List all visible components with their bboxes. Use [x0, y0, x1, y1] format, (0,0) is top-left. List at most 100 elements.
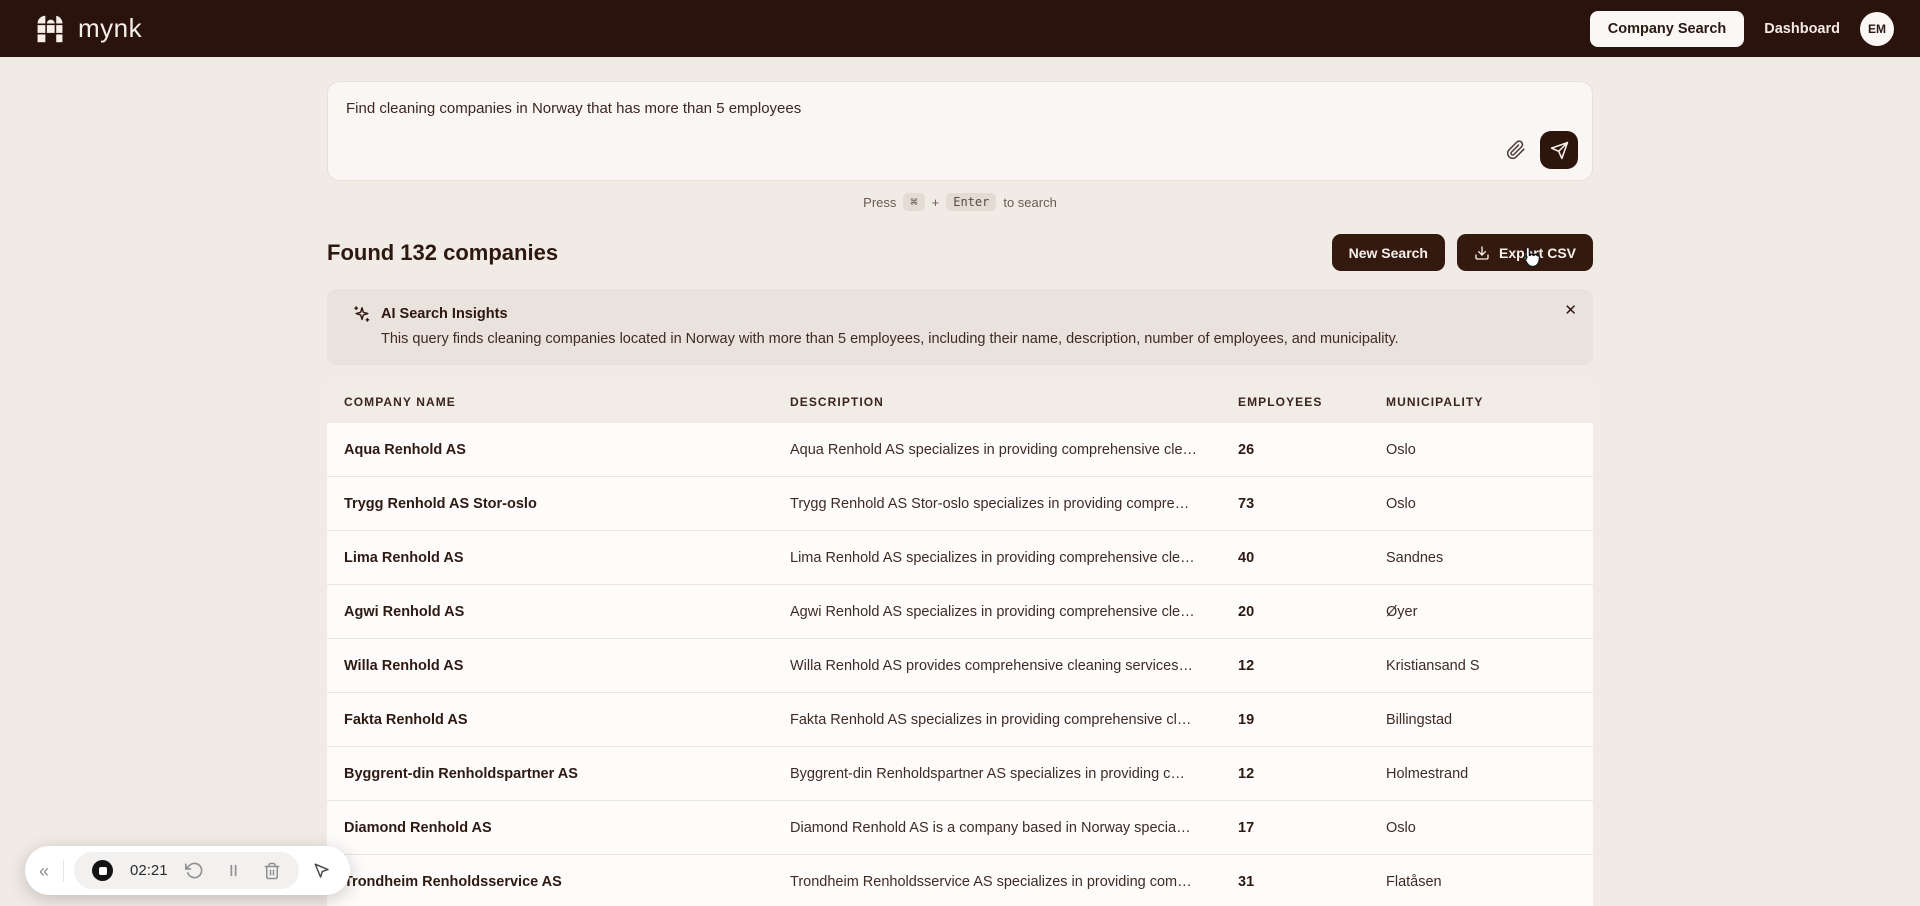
x-icon: ✕	[1564, 302, 1577, 319]
nav-links: Company Search Dashboard EM	[1589, 10, 1894, 47]
hint-suffix: to search	[1003, 194, 1057, 210]
cell-municipality: Flatåsen	[1386, 873, 1442, 890]
results-count: Found 132 companies	[327, 239, 559, 265]
collapse-toolbar-button[interactable]: «	[35, 858, 53, 884]
search-hint: Press ⌘ + Enter to search	[327, 193, 1593, 211]
results-actions: New Search Export CSV	[1331, 234, 1593, 271]
paperclip-icon	[1506, 140, 1526, 160]
column-header-description: DESCRIPTION	[790, 395, 884, 409]
recording-time: 02:21	[130, 862, 168, 879]
cell-employees: 73	[1238, 495, 1255, 512]
table-row[interactable]: Byggrent-din Renholdspartner AS Byggrent…	[327, 746, 1593, 800]
table-row[interactable]: Trondheim Renholdsservice AS Trondheim R…	[327, 854, 1593, 906]
table-row[interactable]: Diamond Renhold AS Diamond Renhold AS is…	[327, 800, 1593, 854]
insights-header: AI Search Insights	[352, 304, 1575, 324]
search-card: Find cleaning companies in Norway that h…	[327, 81, 1593, 181]
table-row[interactable]: Agwi Renhold AS Agwi Renhold AS speciali…	[327, 584, 1593, 638]
cell-company-name: Diamond Renhold AS	[344, 819, 492, 836]
cell-description: Trondheim Renholdsservice AS specializes…	[790, 873, 1192, 890]
logo-icon	[36, 15, 64, 43]
cell-company-name: Fakta Renhold AS	[344, 711, 468, 728]
column-header-employees: EMPLOYEES	[1238, 395, 1323, 409]
search-query-input[interactable]: Find cleaning companies in Norway that h…	[346, 99, 1574, 119]
cell-employees: 20	[1238, 603, 1255, 620]
table-row[interactable]: Lima Renhold AS Lima Renhold AS speciali…	[327, 530, 1593, 584]
recorder-controls: 02:21	[74, 852, 299, 889]
send-icon	[1550, 141, 1569, 160]
sparkles-icon	[352, 304, 372, 324]
trash-icon	[263, 862, 281, 880]
cell-company-name: Lima Renhold AS	[344, 549, 464, 566]
nav-dashboard[interactable]: Dashboard	[1764, 21, 1840, 37]
cell-municipality: Oslo	[1386, 495, 1416, 512]
cell-employees: 12	[1238, 657, 1255, 674]
insights-body: This query finds cleaning companies loca…	[381, 331, 1399, 347]
cell-description: Trygg Renhold AS Stor-oslo specializes i…	[790, 495, 1190, 512]
hint-plus: +	[931, 194, 940, 210]
close-insights-button[interactable]: ✕	[1564, 301, 1577, 319]
cell-company-name: Agwi Renhold AS	[344, 603, 465, 620]
nav-company-search[interactable]: Company Search	[1589, 10, 1745, 47]
recorder-toolbar: « 02:21	[25, 846, 350, 895]
cell-employees: 31	[1238, 873, 1255, 890]
send-button[interactable]	[1540, 131, 1578, 169]
cell-description: Fakta Renhold AS specializes in providin…	[790, 711, 1192, 728]
cell-employees: 26	[1238, 441, 1255, 458]
hint-press: Press	[863, 194, 897, 210]
cell-employees: 12	[1238, 765, 1255, 782]
table-row[interactable]: Aqua Renhold AS Aqua Renhold AS speciali…	[327, 423, 1593, 476]
new-search-button[interactable]: New Search	[1331, 234, 1445, 271]
pointer-mode-button[interactable]	[309, 858, 335, 884]
results-table: COMPANY NAME DESCRIPTION EMPLOYEES MUNIC…	[327, 381, 1593, 906]
attach-button[interactable]	[1506, 140, 1526, 160]
cell-description: Diamond Renhold AS is a company based in…	[790, 819, 1191, 836]
cell-municipality: Oslo	[1386, 441, 1416, 458]
cell-company-name: Trondheim Renholdsservice AS	[344, 873, 562, 890]
cell-employees: 40	[1238, 549, 1255, 566]
logo-text: mynk	[78, 13, 143, 43]
table-body: Aqua Renhold AS Aqua Renhold AS speciali…	[327, 423, 1593, 906]
pause-recording-button[interactable]	[221, 858, 246, 883]
cell-employees: 19	[1238, 711, 1255, 728]
export-csv-button[interactable]: Export CSV	[1456, 234, 1593, 271]
cmd-key: ⌘	[903, 193, 925, 211]
cell-description: Byggrent-din Renholdspartner AS speciali…	[790, 765, 1185, 782]
restart-icon	[184, 861, 204, 880]
cell-company-name: Aqua Renhold AS	[344, 441, 466, 458]
insights-title: AI Search Insights	[381, 306, 508, 322]
cell-municipality: Kristiansand S	[1386, 657, 1480, 674]
cell-company-name: Trygg Renhold AS Stor-oslo	[344, 495, 537, 512]
cell-municipality: Holmestrand	[1386, 765, 1469, 782]
toolbar-divider	[63, 859, 65, 882]
enter-key: Enter	[946, 193, 997, 211]
logo[interactable]: mynk	[36, 13, 142, 44]
cell-municipality: Oslo	[1386, 819, 1416, 836]
avatar[interactable]: EM	[1860, 11, 1894, 46]
ai-insights-panel: AI Search Insights This query finds clea…	[327, 289, 1593, 365]
search-actions	[1506, 131, 1578, 169]
mouse-pointer-icon	[313, 862, 331, 880]
cell-description: Lima Renhold AS specializes in providing…	[790, 549, 1195, 566]
chevrons-left-icon: «	[39, 860, 50, 881]
cell-municipality: Øyer	[1386, 603, 1418, 620]
download-icon	[1474, 245, 1490, 261]
cell-description: Agwi Renhold AS specializes in providing…	[790, 603, 1195, 620]
cell-municipality: Sandnes	[1386, 549, 1444, 566]
stop-record-icon	[92, 860, 114, 881]
table-row[interactable]: Trygg Renhold AS Stor-oslo Trygg Renhold…	[327, 476, 1593, 530]
column-header-municipality: MUNICIPALITY	[1386, 395, 1484, 409]
cell-description: Willa Renhold AS provides comprehensive …	[790, 657, 1193, 674]
cell-description: Aqua Renhold AS specializes in providing…	[790, 441, 1198, 458]
cell-company-name: Byggrent-din Renholdspartner AS	[344, 765, 578, 782]
table-header-row: COMPANY NAME DESCRIPTION EMPLOYEES MUNIC…	[327, 381, 1593, 423]
cell-municipality: Billingstad	[1386, 711, 1453, 728]
restart-recording-button[interactable]	[181, 857, 208, 884]
pause-icon	[225, 862, 242, 879]
delete-recording-button[interactable]	[259, 858, 285, 884]
table-row[interactable]: Willa Renhold AS Willa Renhold AS provid…	[327, 638, 1593, 692]
table-row[interactable]: Fakta Renhold AS Fakta Renhold AS specia…	[327, 692, 1593, 746]
top-nav: mynk Company Search Dashboard EM	[0, 0, 1920, 57]
column-header-company-name: COMPANY NAME	[344, 395, 456, 409]
stop-record-button[interactable]	[88, 856, 117, 885]
export-csv-label: Export CSV	[1498, 244, 1576, 261]
